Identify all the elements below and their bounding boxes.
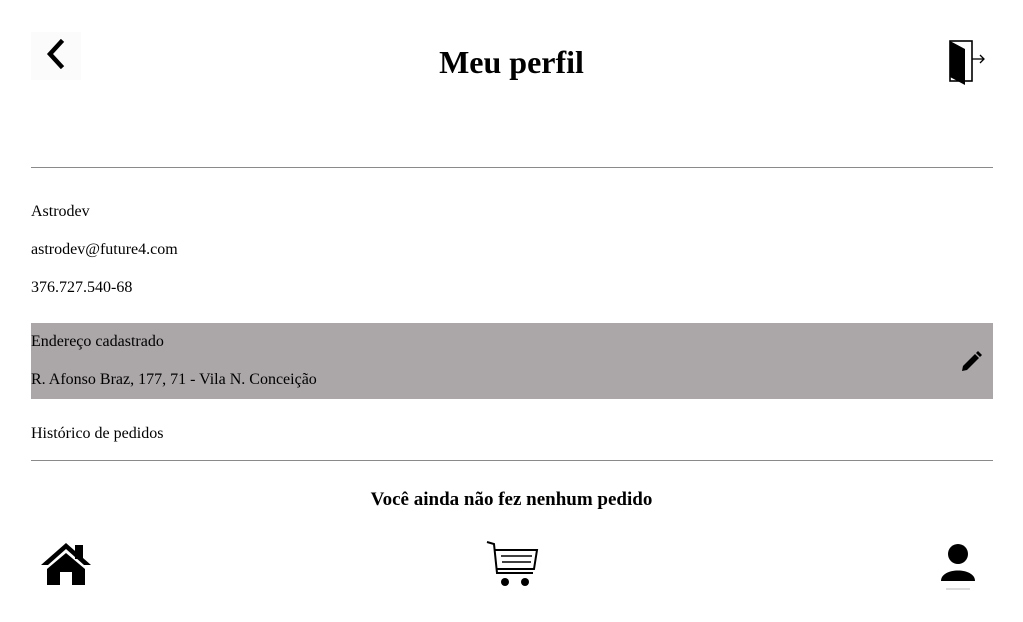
profile-name: Astrodev (31, 203, 90, 220)
empty-orders-message: Você ainda não fez nenhum pedido (370, 489, 653, 510)
logout-door-icon (947, 40, 991, 92)
home-icon (39, 543, 93, 591)
orders-divider (31, 460, 993, 461)
orders-heading: Histórico de pedidos (31, 425, 164, 442)
address-panel: Endereço cadastrado R. Afonso Braz, 177,… (31, 323, 993, 399)
address-label: Endereço cadastrado (31, 333, 164, 350)
page-title: Meu perfil (439, 44, 584, 80)
nav-home-button[interactable] (39, 541, 93, 592)
edit-address-button[interactable] (960, 351, 982, 373)
logout-button[interactable] (947, 38, 991, 88)
profile-email: astrodev@future4.com (31, 241, 178, 258)
pencil-icon (960, 351, 982, 377)
address-value: R. Afonso Braz, 177, 71 - Vila N. Concei… (31, 371, 317, 388)
cart-icon (485, 541, 541, 593)
nav-cart-button[interactable] (485, 539, 541, 594)
user-icon (938, 544, 978, 595)
profile-cpf: 376.727.540-68 (31, 279, 133, 296)
header-divider (31, 167, 993, 168)
nav-profile-button[interactable] (938, 541, 978, 596)
